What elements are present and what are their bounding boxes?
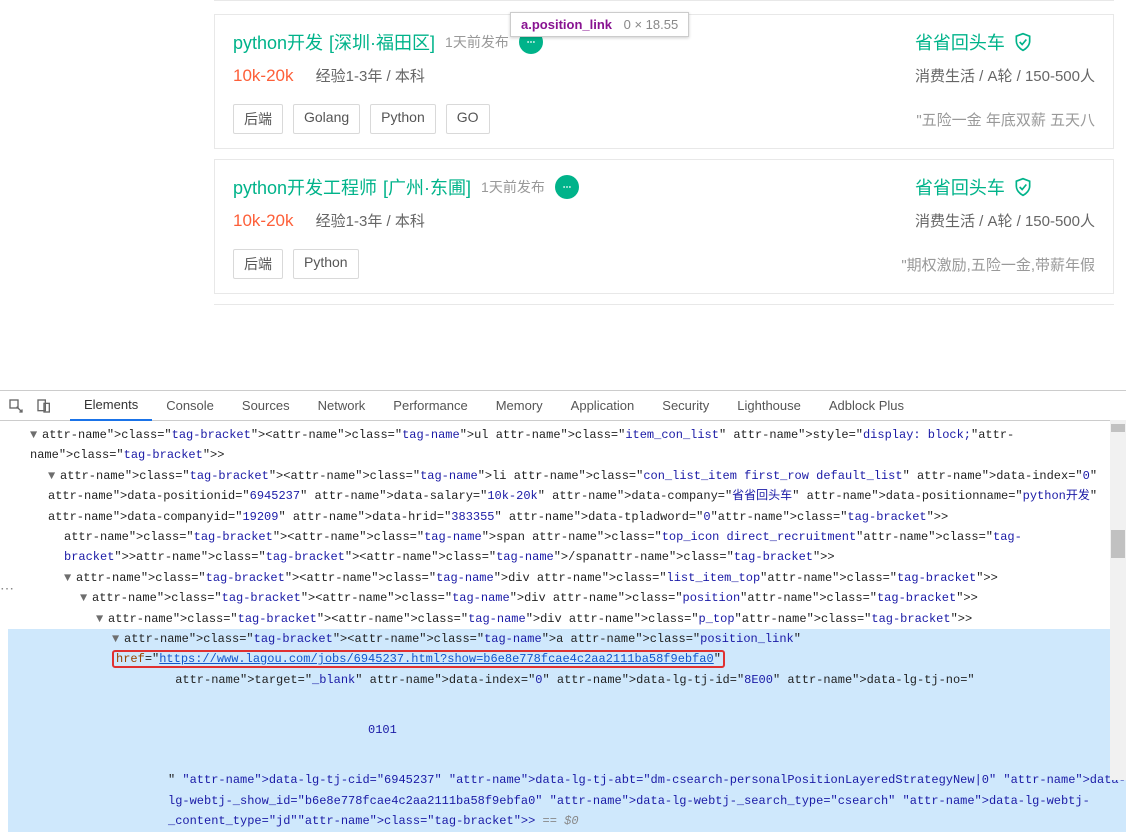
devtools-tabs: Elements Console Sources Network Perform… bbox=[0, 391, 1126, 421]
dom-node[interactable]: ▼attr-name">class="tag-bracket"><attr-na… bbox=[8, 609, 1126, 629]
job-right: 省省回头车 消费生活 / A轮 / 150-500人 bbox=[915, 174, 1095, 231]
tab-application[interactable]: Application bbox=[557, 391, 649, 421]
chat-icon[interactable] bbox=[555, 175, 579, 199]
job-top-row: python开发 [深圳·福田区] 1天前发布 10k-20k 经验1-3年 /… bbox=[233, 29, 1095, 86]
element-tooltip: a.position_link 0 × 18.55 bbox=[510, 12, 689, 37]
job-benefits: "期权激励,五险一金,带薪年假 bbox=[901, 254, 1095, 275]
tab-memory[interactable]: Memory bbox=[482, 391, 557, 421]
scrollbar-thumb[interactable] bbox=[1111, 530, 1125, 558]
job-left: python开发工程师 [广州·东圃] 1天前发布 10k-20k 经验1-3年… bbox=[233, 174, 579, 231]
job-card[interactable]: python开发工程师 [广州·东圃] 1天前发布 10k-20k 经验1-3年… bbox=[214, 159, 1114, 294]
divider bbox=[214, 304, 1114, 308]
company-link[interactable]: 省省回头车 bbox=[915, 174, 1033, 200]
company-meta: 消费生活 / A轮 / 150-500人 bbox=[915, 65, 1095, 86]
dom-node[interactable]: ▼attr-name">class="tag-bracket"><attr-na… bbox=[8, 588, 1126, 608]
tab-elements[interactable]: Elements bbox=[70, 391, 152, 421]
tooltip-dimensions: 0 × 18.55 bbox=[624, 17, 679, 32]
tab-console[interactable]: Console bbox=[152, 391, 228, 421]
job-publish-time: 1天前发布 bbox=[481, 177, 545, 197]
dom-node[interactable]: ▼attr-name">class="tag-bracket"><attr-na… bbox=[8, 425, 1126, 466]
job-tag[interactable]: GO bbox=[446, 104, 490, 134]
device-toggle-icon[interactable] bbox=[36, 398, 52, 414]
job-right: 省省回头车 消费生活 / A轮 / 150-500人 bbox=[915, 29, 1095, 86]
selected-dom-node[interactable]: ▼attr-name">class="tag-bracket"><attr-na… bbox=[8, 629, 1126, 832]
job-meta-row: 10k-20k 经验1-3年 / 本科 bbox=[233, 65, 543, 86]
job-bottom-row: 后端 Golang Python GO "五险一金 年底双薪 五天八 bbox=[233, 104, 1095, 134]
job-location[interactable]: [深圳·福田区] bbox=[329, 29, 435, 55]
job-meta-row: 10k-20k 经验1-3年 / 本科 bbox=[233, 210, 579, 231]
job-list: python开发 [深圳·福田区] 1天前发布 10k-20k 经验1-3年 /… bbox=[0, 0, 1126, 308]
job-title-link[interactable]: python开发 bbox=[233, 29, 323, 55]
devtools-scrollbar[interactable] bbox=[1110, 420, 1126, 780]
devtools-toolbar-icons bbox=[8, 398, 52, 414]
job-tag[interactable]: Python bbox=[370, 104, 436, 134]
job-tags: 后端 Golang Python GO bbox=[233, 104, 490, 134]
job-tag[interactable]: Python bbox=[293, 249, 359, 279]
company-link[interactable]: 省省回头车 bbox=[915, 29, 1033, 55]
job-experience: 经验1-3年 / 本科 bbox=[316, 68, 425, 85]
job-tag[interactable]: 后端 bbox=[233, 104, 283, 134]
company-name-text: 省省回头车 bbox=[915, 29, 1005, 55]
devtools-panel: Elements Console Sources Network Perform… bbox=[0, 390, 1126, 781]
job-publish-time: 1天前发布 bbox=[445, 32, 509, 52]
ellipsis-icon: ⋯ bbox=[0, 580, 14, 597]
job-title-link[interactable]: python开发工程师 bbox=[233, 174, 377, 200]
job-experience: 经验1-3年 / 本科 bbox=[316, 213, 425, 230]
dom-node[interactable]: ▼attr-name">class="tag-bracket"><attr-na… bbox=[8, 568, 1126, 588]
tab-sources[interactable]: Sources bbox=[228, 391, 304, 421]
job-top-row: python开发工程师 [广州·东圃] 1天前发布 10k-20k 经验1-3年… bbox=[233, 174, 1095, 231]
company-name-text: 省省回头车 bbox=[915, 174, 1005, 200]
divider bbox=[214, 0, 1114, 4]
job-tag[interactable]: Golang bbox=[293, 104, 360, 134]
tab-security[interactable]: Security bbox=[648, 391, 723, 421]
job-title-row: python开发 [深圳·福田区] 1天前发布 bbox=[233, 29, 543, 55]
tab-network[interactable]: Network bbox=[304, 391, 380, 421]
job-tags: 后端 Python bbox=[233, 249, 359, 279]
verified-shield-icon bbox=[1013, 32, 1033, 52]
scrollbar-arrow-up-icon[interactable] bbox=[1111, 424, 1125, 432]
job-tag[interactable]: 后端 bbox=[233, 249, 283, 279]
job-benefits: "五险一金 年底双薪 五天八 bbox=[916, 109, 1095, 130]
job-location[interactable]: [广州·东圃] bbox=[383, 174, 471, 200]
attr-value-fragment: 0101 bbox=[368, 723, 397, 737]
dom-node[interactable]: attr-name">class="tag-bracket"><attr-nam… bbox=[8, 527, 1126, 568]
job-bottom-row: 后端 Python "期权激励,五险一金,带薪年假 bbox=[233, 249, 1095, 279]
dom-node[interactable]: ▼attr-name">class="tag-bracket"><attr-na… bbox=[8, 466, 1126, 527]
job-salary: 10k-20k bbox=[233, 66, 293, 85]
job-salary: 10k-20k bbox=[233, 211, 293, 230]
tab-performance[interactable]: Performance bbox=[379, 391, 481, 421]
inspect-element-icon[interactable] bbox=[8, 398, 24, 414]
devtools-elements-tree[interactable]: ▼attr-name">class="tag-bracket"><attr-na… bbox=[0, 421, 1126, 836]
tab-lighthouse[interactable]: Lighthouse bbox=[723, 391, 815, 421]
tooltip-selector: a.position_link bbox=[521, 17, 612, 32]
job-title-row: python开发工程师 [广州·东圃] 1天前发布 bbox=[233, 174, 579, 200]
verified-shield-icon bbox=[1013, 177, 1033, 197]
job-left: python开发 [深圳·福田区] 1天前发布 10k-20k 经验1-3年 /… bbox=[233, 29, 543, 86]
tab-adblock-plus[interactable]: Adblock Plus bbox=[815, 391, 918, 421]
company-meta: 消费生活 / A轮 / 150-500人 bbox=[915, 210, 1095, 231]
